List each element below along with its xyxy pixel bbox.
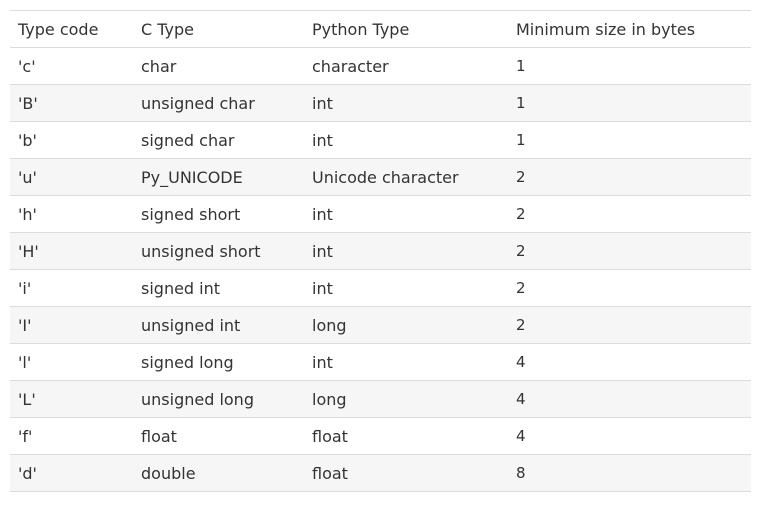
table-row: 'L' unsigned long long 4: [10, 380, 751, 418]
cell-type-code: 'd': [10, 454, 133, 492]
cell-type-code: 'B': [10, 84, 133, 122]
cell-type-code: 'b': [10, 121, 133, 159]
cell-min-size: 1: [508, 121, 751, 159]
table-row: 'd' double float 8: [10, 454, 751, 492]
cell-min-size: 2: [508, 306, 751, 344]
cell-type-code: 'f': [10, 417, 133, 455]
cell-type-code: 'u': [10, 158, 133, 196]
table-body: 'c' char character 1 'B' unsigned char i…: [10, 47, 751, 492]
cell-min-size: 2: [508, 232, 751, 270]
cell-c-type: unsigned short: [133, 232, 304, 270]
cell-min-size: 2: [508, 158, 751, 196]
header-row: Type code C Type Python Type Minimum siz…: [10, 10, 751, 48]
cell-min-size: 1: [508, 84, 751, 122]
cell-python-type: int: [304, 343, 508, 381]
cell-type-code: 'H': [10, 232, 133, 270]
cell-min-size: 4: [508, 380, 751, 418]
cell-type-code: 'c': [10, 47, 133, 85]
cell-type-code: 'i': [10, 269, 133, 307]
cell-python-type: int: [304, 195, 508, 233]
cell-type-code: 'l': [10, 343, 133, 381]
cell-min-size: 4: [508, 417, 751, 455]
cell-type-code: 'L': [10, 380, 133, 418]
cell-min-size: 8: [508, 454, 751, 492]
cell-min-size: 2: [508, 269, 751, 307]
type-table-container: Type code C Type Python Type Minimum siz…: [10, 10, 751, 492]
cell-python-type: long: [304, 306, 508, 344]
table-row: 'l' signed long int 4: [10, 343, 751, 381]
table-header: Type code C Type Python Type Minimum siz…: [10, 10, 751, 48]
header-type-code: Type code: [10, 10, 133, 48]
cell-python-type: float: [304, 454, 508, 492]
cell-c-type: float: [133, 417, 304, 455]
cell-c-type: double: [133, 454, 304, 492]
cell-c-type: signed char: [133, 121, 304, 159]
table-row: 'c' char character 1: [10, 47, 751, 85]
table-row: 'b' signed char int 1: [10, 121, 751, 159]
cell-c-type: unsigned char: [133, 84, 304, 122]
header-min-size: Minimum size in bytes: [508, 10, 751, 48]
cell-python-type: int: [304, 84, 508, 122]
cell-c-type: unsigned long: [133, 380, 304, 418]
cell-c-type: unsigned int: [133, 306, 304, 344]
table-row: 'f' float float 4: [10, 417, 751, 455]
cell-min-size: 4: [508, 343, 751, 381]
cell-python-type: int: [304, 269, 508, 307]
table-row: 'u' Py_UNICODE Unicode character 2: [10, 158, 751, 196]
cell-python-type: float: [304, 417, 508, 455]
header-python-type: Python Type: [304, 10, 508, 48]
cell-min-size: 2: [508, 195, 751, 233]
cell-type-code: 'I': [10, 306, 133, 344]
cell-min-size: 1: [508, 47, 751, 85]
cell-c-type: signed short: [133, 195, 304, 233]
table-row: 'I' unsigned int long 2: [10, 306, 751, 344]
cell-type-code: 'h': [10, 195, 133, 233]
cell-c-type: Py_UNICODE: [133, 158, 304, 196]
cell-python-type: int: [304, 232, 508, 270]
table-row: 'B' unsigned char int 1: [10, 84, 751, 122]
cell-python-type: character: [304, 47, 508, 85]
table-row: 'i' signed int int 2: [10, 269, 751, 307]
cell-python-type: long: [304, 380, 508, 418]
cell-c-type: signed int: [133, 269, 304, 307]
type-code-table: Type code C Type Python Type Minimum siz…: [10, 10, 751, 492]
table-row: 'h' signed short int 2: [10, 195, 751, 233]
table-row: 'H' unsigned short int 2: [10, 232, 751, 270]
cell-c-type: signed long: [133, 343, 304, 381]
cell-python-type: int: [304, 121, 508, 159]
cell-python-type: Unicode character: [304, 158, 508, 196]
header-c-type: C Type: [133, 10, 304, 48]
cell-c-type: char: [133, 47, 304, 85]
